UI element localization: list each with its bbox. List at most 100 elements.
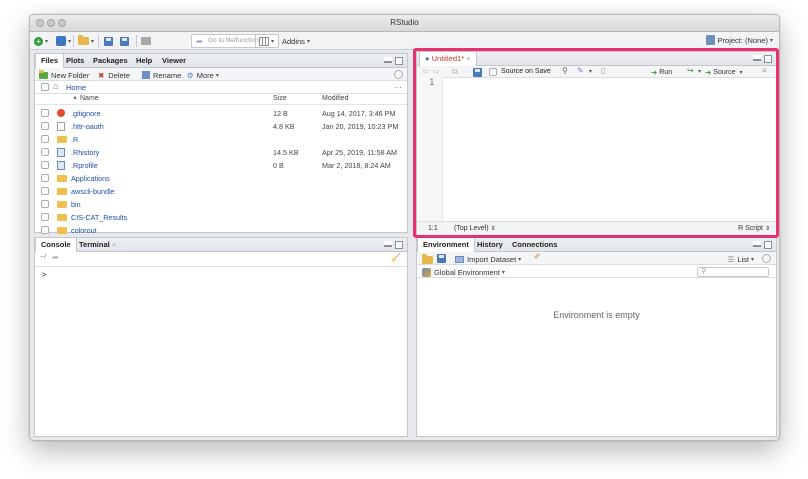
console-tabbar: Console Terminal × xyxy=(35,238,407,253)
file-checkbox[interactable] xyxy=(41,148,49,156)
global-env-menu[interactable]: Global Environment ▾ xyxy=(422,266,505,278)
maximize-env-icon[interactable] xyxy=(764,241,772,249)
files-breadcrumb: ⌂ Home … xyxy=(35,81,407,94)
file-checkbox[interactable] xyxy=(41,174,49,182)
save-button[interactable] xyxy=(104,35,113,47)
global-env-label: Global Environment xyxy=(434,267,500,277)
file-checkbox[interactable] xyxy=(41,200,49,208)
terminal-tab-label: Terminal xyxy=(79,240,110,249)
rename-icon xyxy=(142,71,150,79)
load-workspace-icon[interactable] xyxy=(422,254,433,264)
col-modified[interactable]: Modified xyxy=(322,95,348,102)
file-name[interactable]: .httr-oauth xyxy=(71,122,104,131)
new-file-button[interactable]: + ▾ xyxy=(34,35,48,47)
project-menu[interactable]: Project: (None) ▾ xyxy=(705,35,773,45)
refresh-icon[interactable] xyxy=(394,70,403,79)
file-name[interactable]: colorout xyxy=(71,226,97,235)
file-name[interactable]: bin xyxy=(71,200,81,209)
gear-icon: ⚙ xyxy=(187,70,194,80)
env-search-input[interactable]: ⚲ xyxy=(697,267,769,277)
file-row[interactable]: awscli-bundle xyxy=(35,185,407,198)
delete-button[interactable]: ✖ Delete xyxy=(98,69,130,81)
view-mode-menu[interactable]: ☰ List ▾ xyxy=(728,253,754,265)
tab-connections[interactable]: Connections xyxy=(507,238,562,252)
new-folder-label: New Folder xyxy=(51,70,90,80)
refresh-env-icon[interactable] xyxy=(762,254,771,263)
home-icon: ⌂ xyxy=(53,81,59,91)
git-file-icon xyxy=(57,109,65,117)
file-checkbox[interactable] xyxy=(41,187,49,195)
file-row[interactable]: .Rprofile 0 B Mar 2, 2018, 8:24 AM xyxy=(35,159,407,172)
col-name[interactable]: Name xyxy=(80,95,99,102)
folder-icon xyxy=(57,214,67,221)
file-checkbox[interactable] xyxy=(41,213,49,221)
file-checkbox[interactable] xyxy=(41,135,49,143)
file-name[interactable]: .gitignore xyxy=(71,109,101,118)
broom-icon[interactable]: ✐ xyxy=(534,252,541,261)
new-project-button[interactable]: ▾ xyxy=(56,35,71,47)
file-checkbox[interactable] xyxy=(41,161,49,169)
addins-menu[interactable]: Addins ▾ xyxy=(282,35,310,47)
grid-icon xyxy=(259,36,269,46)
file-row[interactable]: bin xyxy=(35,198,407,211)
rename-label: Rename xyxy=(153,70,182,80)
close-terminal-icon[interactable]: × xyxy=(112,240,116,249)
tab-terminal[interactable]: Terminal × xyxy=(74,238,121,252)
minimize-console-icon[interactable] xyxy=(384,241,392,247)
tab-history[interactable]: History xyxy=(472,238,508,252)
breadcrumb-home[interactable]: Home xyxy=(66,83,86,92)
file-modified: Aug 14, 2017, 3:46 PM xyxy=(322,109,396,118)
editor-highlight-box xyxy=(413,48,779,238)
tab-files[interactable]: Files xyxy=(35,54,65,69)
save-all-button[interactable] xyxy=(120,35,129,47)
console-body[interactable]: > xyxy=(35,266,407,436)
clear-console-icon[interactable]: 🧹 xyxy=(391,253,401,262)
file-checkbox[interactable] xyxy=(41,109,49,117)
file-row[interactable]: .Rhistory 14.5 KB Apr 25, 2019, 11:58 AM xyxy=(35,146,407,159)
print-button[interactable] xyxy=(141,35,151,47)
tab-plots[interactable]: Plots xyxy=(61,54,89,68)
minimize-pane-icon[interactable] xyxy=(384,57,392,63)
open-file-button[interactable]: ▾ xyxy=(78,35,94,47)
files-pane: Files Plots Packages Help Viewer New Fol… xyxy=(34,53,408,235)
rename-button[interactable]: Rename xyxy=(142,69,181,81)
tab-viewer[interactable]: Viewer xyxy=(157,54,191,68)
file-row[interactable]: Applications xyxy=(35,172,407,185)
file-row[interactable]: .httr-oauth 4.8 KB Jan 20, 2019, 10:23 PM xyxy=(35,120,407,133)
file-row[interactable]: .R xyxy=(35,133,407,146)
tab-environment[interactable]: Environment xyxy=(417,238,475,253)
select-all-checkbox[interactable] xyxy=(41,83,49,91)
file-row[interactable]: .gitignore 12 B Aug 14, 2017, 3:46 PM xyxy=(35,107,407,120)
goto-dir-icon[interactable]: ➦ xyxy=(52,253,59,262)
addins-label: Addins xyxy=(282,36,305,46)
file-name[interactable]: .Rhistory xyxy=(71,148,99,157)
new-folder-button[interactable]: New Folder xyxy=(39,69,89,81)
file-row[interactable]: CIS-CAT_Results xyxy=(35,211,407,224)
file-modified: Jan 20, 2019, 10:23 PM xyxy=(322,122,399,131)
tab-console[interactable]: Console xyxy=(35,238,77,253)
environment-pane: Environment History Connections Import D… xyxy=(416,237,777,437)
tab-help[interactable]: Help xyxy=(131,54,157,68)
files-tabbar: Files Plots Packages Help Viewer xyxy=(35,54,407,69)
file-row[interactable]: colorout xyxy=(35,224,407,237)
file-name[interactable]: .R xyxy=(71,135,78,144)
save-workspace-icon[interactable] xyxy=(437,254,446,263)
maximize-console-icon[interactable] xyxy=(395,241,403,249)
col-size[interactable]: Size xyxy=(273,95,287,102)
maximize-pane-icon[interactable] xyxy=(395,57,403,65)
list-label: List xyxy=(737,254,749,264)
file-name[interactable]: Applications xyxy=(71,174,110,183)
r-file-icon xyxy=(57,161,65,170)
file-checkbox[interactable] xyxy=(41,226,49,234)
minimize-env-icon[interactable] xyxy=(753,241,761,247)
import-dataset-button[interactable]: Import Dataset ▾ xyxy=(455,253,521,265)
pane-layout-button[interactable]: ▾ xyxy=(259,35,274,47)
file-name[interactable]: awscli-bundle xyxy=(71,187,115,196)
file-name[interactable]: CIS-CAT_Results xyxy=(71,213,127,222)
env-search-icon: ⚲ xyxy=(701,268,707,275)
more-menu[interactable]: ⚙ More ▾ xyxy=(187,69,219,81)
file-name[interactable]: .Rprofile xyxy=(71,161,98,170)
more-path-icon[interactable]: … xyxy=(394,81,402,90)
file-checkbox[interactable] xyxy=(41,122,49,130)
tab-packages[interactable]: Packages xyxy=(88,54,133,68)
